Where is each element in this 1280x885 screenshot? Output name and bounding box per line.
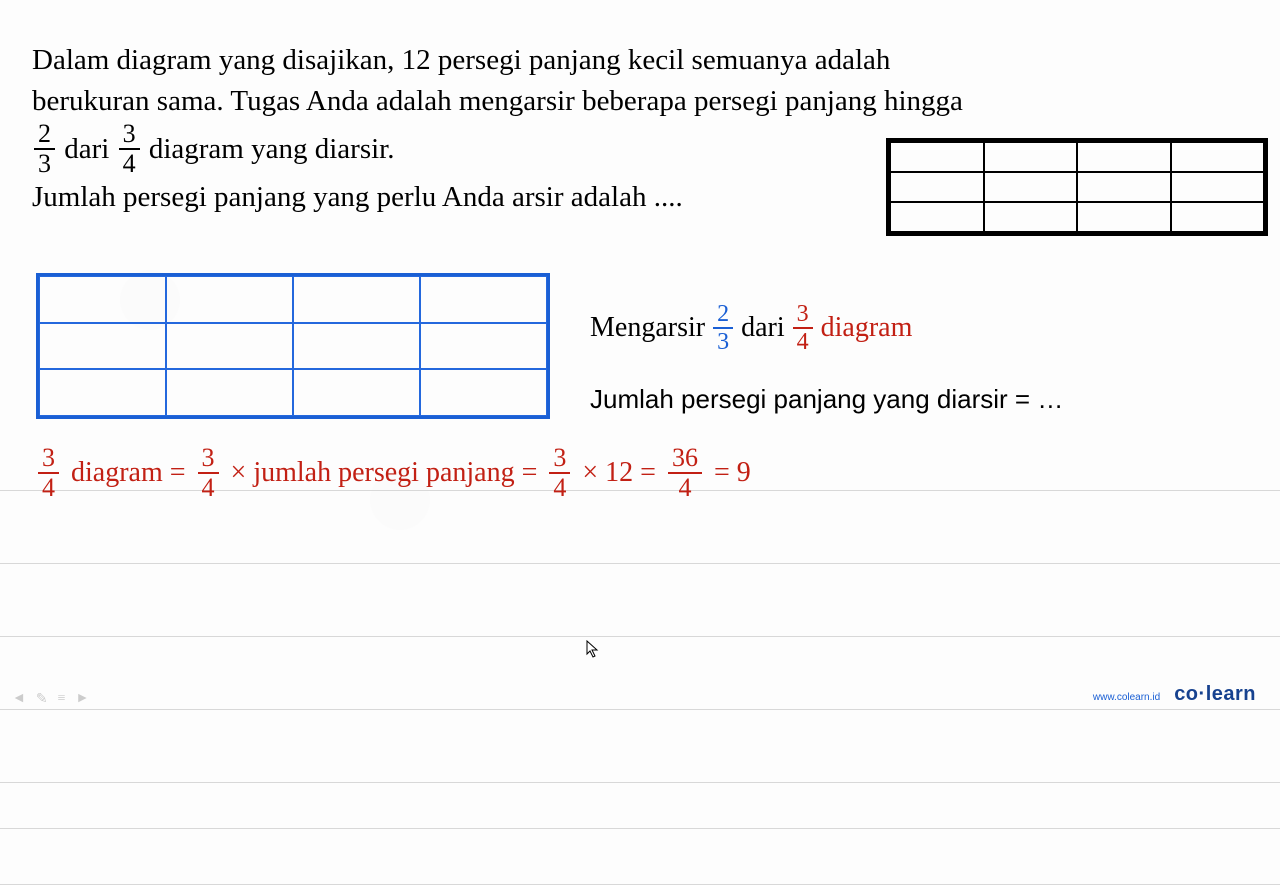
problem-line4: Jumlah persegi panjang yang perlu Anda a…	[32, 177, 1248, 218]
fraction-36-4: 36 4	[668, 445, 702, 501]
blue-grid-3x4	[36, 273, 550, 419]
fraction-3-4-red: 3 4	[793, 302, 813, 354]
mengarsir-label: Mengarsir	[590, 312, 705, 344]
presentation-nav: ◄ ✎ ≡ ►	[12, 691, 89, 708]
diagram-label: diagram	[821, 312, 913, 344]
nav-pen-icon[interactable]: ✎	[36, 691, 48, 708]
problem-line1: Dalam diagram yang disajikan, 12 persegi…	[32, 40, 1248, 81]
fraction-2-3: 2 3	[34, 121, 55, 177]
nav-next-icon[interactable]: ►	[76, 691, 90, 708]
sol-text2: × jumlah persegi panjang =	[231, 457, 538, 489]
footer-url: www.colearn.id	[1093, 692, 1160, 703]
sol-text1: diagram =	[71, 457, 186, 489]
fraction-3-4-b2: 3 4	[198, 445, 219, 501]
cursor-icon	[586, 640, 600, 663]
fraction-3-4-b3: 3 4	[549, 445, 570, 501]
dari-label: dari	[741, 312, 785, 344]
problem-dari: dari	[57, 133, 117, 166]
fraction-3-4-b1: 3 4	[38, 445, 59, 501]
solution-bottom: 3 4 diagram = 3 4 × jumlah persegi panja…	[36, 445, 751, 501]
fraction-3-4: 3 4	[119, 121, 140, 177]
sol-text3: × 12 =	[582, 457, 656, 489]
solution-right: Mengarsir 2 3 dari 3 4 diagram Jumlah pe…	[590, 302, 1063, 415]
problem-line3-tail: diagram yang diarsir.	[142, 133, 395, 166]
footer: www.colearn.id co·learn	[1093, 683, 1256, 706]
problem-line3: 2 3 dari 3 4 diagram yang diarsir.	[32, 121, 1248, 177]
nav-menu-icon[interactable]: ≡	[58, 691, 66, 708]
nav-prev-icon[interactable]: ◄	[12, 691, 26, 708]
fraction-2-3-blue: 2 3	[713, 302, 733, 354]
sol-text4: = 9	[714, 457, 751, 489]
problem-line2: berukuran sama. Tugas Anda adalah mengar…	[32, 81, 1248, 122]
solution-row2: Jumlah persegi panjang yang diarsir = …	[590, 384, 1063, 415]
footer-logo: co·learn	[1174, 683, 1256, 706]
